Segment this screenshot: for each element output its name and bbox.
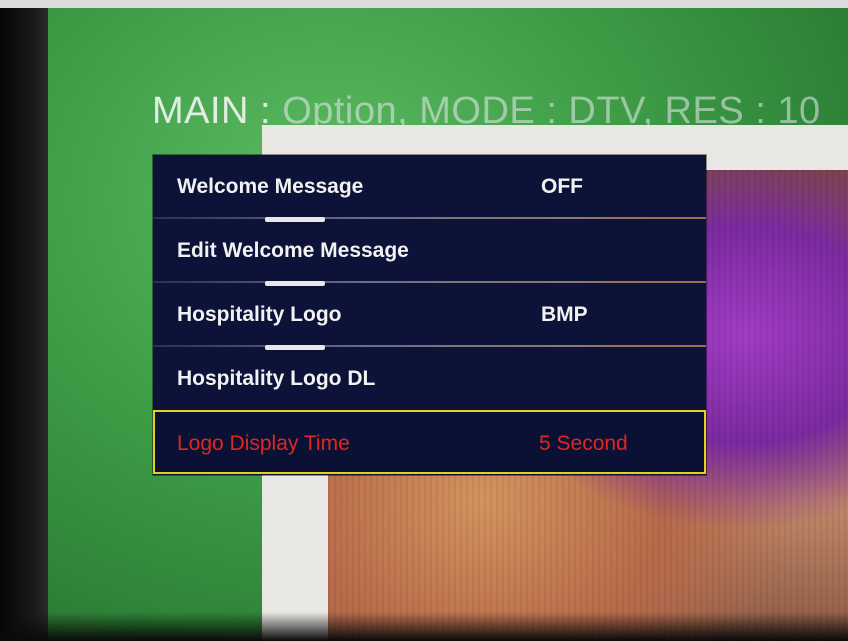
menu-item-label: Hospitality Logo [177,303,342,326]
tv-bezel [0,0,48,641]
menu-item-label: Welcome Message [177,175,364,198]
option-menu: Welcome Message OFF Edit Welcome Message… [153,155,706,475]
menu-item-value [541,219,706,283]
menu-item-hospitality-logo-dl[interactable]: Hospitality Logo DL [153,347,706,411]
status-text: Option, MODE : DTV, RES : 10 [282,90,821,132]
menu-item-edit-welcome-message[interactable]: Edit Welcome Message [153,219,706,286]
menu-item-value: BMP [541,303,588,326]
menu-item-value: 5 Second [539,432,628,455]
menu-item-welcome-message[interactable]: Welcome Message OFF [153,155,706,222]
tv-bottom-edge [0,612,848,641]
osd-status-line: MAIN : Option, MODE : DTV, RES : 10 [152,88,848,134]
menu-item-label: Edit Welcome Message [177,239,409,262]
menu-item-value [541,347,706,411]
menu-item-label: Hospitality Logo DL [177,367,376,390]
tv-screen: MAIN : Option, MODE : DTV, RES : 10 Welc… [0,0,848,641]
status-prefix: MAIN : [152,90,283,132]
menu-item-hospitality-logo[interactable]: Hospitality Logo BMP [153,283,706,350]
menu-item-value: OFF [541,175,583,198]
menu-item-label: Logo Display Time [177,432,350,455]
tv-top-edge [0,0,848,8]
menu-item-logo-display-time[interactable]: Logo Display Time 5 Second [153,410,706,474]
